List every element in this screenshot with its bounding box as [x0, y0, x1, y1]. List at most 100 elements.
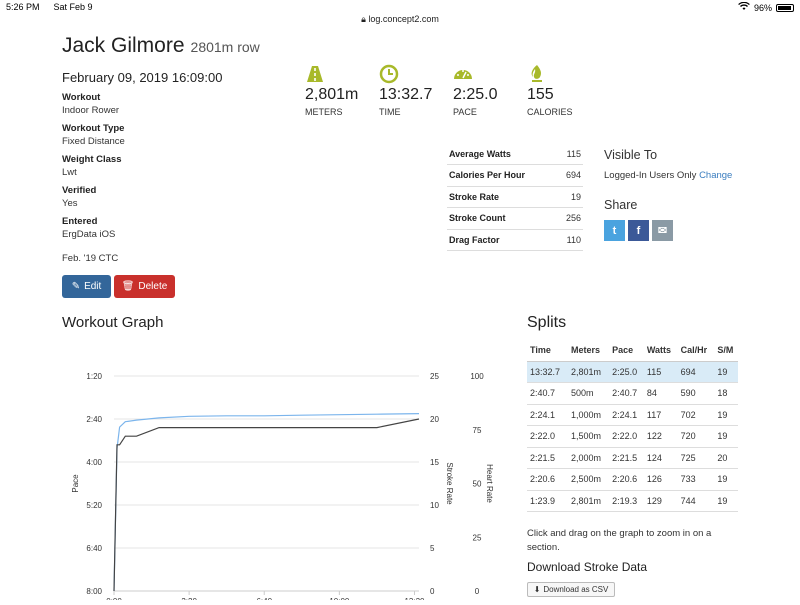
clock-icon — [379, 64, 399, 84]
trash-icon: 🗑︎ — [121, 281, 135, 292]
detail-value: Indoor Rower — [62, 104, 120, 116]
speedometer-icon — [454, 70, 472, 79]
detail-label: Workout — [62, 92, 101, 103]
splits-table: Time Meters Pace Watts Cal/Hr S/M 13:32.7 2,80… — [527, 339, 738, 512]
url-text[interactable]: log.concept2.com — [368, 14, 439, 24]
metric-value: 256 — [556, 207, 583, 230]
splits-cell: 2:21.5 — [527, 447, 569, 469]
y-left-tick-label: 4:00 — [86, 458, 102, 467]
splits-row: 2:21.5 2,000m 2:21.5 124 725 20 — [527, 447, 738, 469]
visibility-info: Logged-In Users Only Change — [604, 170, 732, 181]
splits-cell: 694 — [677, 361, 715, 383]
splits-cell: 2:40.7 — [527, 382, 569, 405]
facebook-icon: f — [636, 224, 641, 237]
metric-label: Stroke Rate — [447, 186, 557, 208]
splits-cell: 702 — [677, 404, 715, 426]
metrics-row: Average Watts 115 — [447, 143, 583, 165]
metric-value: 19 — [556, 186, 583, 208]
metrics-row: Stroke Rate 19 — [447, 186, 583, 208]
splits-cell: 590 — [677, 382, 715, 405]
workout-page: Jack Gilmore 2801m row February 09, 2019 … — [0, 28, 800, 605]
stat-meters: 2,801m METERS — [305, 64, 358, 117]
share-buttons: t f ✉ — [604, 220, 673, 241]
splits-cell: 115 — [643, 361, 678, 383]
metric-value: 110 — [556, 229, 583, 251]
metrics-row: Stroke Count 256 — [447, 207, 583, 230]
detail-value: Yes — [62, 197, 78, 209]
splits-header-cell: Pace — [609, 339, 644, 362]
stat-value: 155 — [527, 86, 554, 103]
metric-value: 115 — [556, 143, 583, 165]
splits-cell: 19 — [714, 490, 738, 512]
stat-caption: METERS — [305, 107, 343, 117]
splits-cell: 129 — [643, 490, 678, 512]
twitter-share-button[interactable]: t — [604, 220, 625, 241]
detail-label: Workout Type — [62, 123, 125, 134]
metric-label: Stroke Count — [447, 207, 557, 230]
y-right-tick-label: 50 — [473, 480, 482, 489]
metrics-row: Calories Per Hour 694 — [447, 164, 583, 187]
delete-button[interactable]: 🗑︎ Delete — [114, 275, 175, 298]
splits-cell: 733 — [677, 468, 715, 491]
y-left-axis-title: Pace — [71, 474, 80, 493]
page-title: Jack Gilmore 2801m row — [62, 34, 260, 58]
delete-label: Delete — [138, 281, 168, 292]
workout-chart[interactable]: 1:202:404:005:206:408:002520151050100755… — [62, 338, 502, 605]
splits-cell: 18 — [714, 382, 738, 405]
y-mid-tick-label: 25 — [430, 372, 439, 381]
splits-total-row: 13:32.7 2,801m 2:25.0 115 694 19 — [527, 361, 738, 383]
metric-label: Drag Factor — [447, 229, 557, 251]
splits-cell: 117 — [643, 404, 678, 426]
y-right-tick-label: 0 — [475, 587, 480, 596]
splits-cell: 2:19.3 — [609, 490, 644, 512]
visibility-title: Visible To — [604, 148, 658, 162]
email-share-button[interactable]: ✉ — [652, 220, 673, 241]
splits-cell: 2:20.6 — [527, 468, 569, 491]
metric-label: Calories Per Hour — [447, 164, 557, 187]
detail-label: Weight Class — [62, 154, 122, 165]
y-left-tick-label: 6:40 — [86, 544, 102, 553]
workout-graph[interactable]: 1:20 2:40 4:00 5:20 6:40 8:00 25 20 15 10 5 0 100 75 5… — [62, 338, 502, 605]
splits-header-cell: Time — [527, 339, 569, 362]
splits-row: 1:23.9 2,801m 2:19.3 129 744 19 — [527, 490, 738, 512]
download-title: Download Stroke Data — [527, 560, 648, 574]
twitter-icon: t — [612, 224, 617, 237]
splits-cell: 13:32.7 — [527, 361, 569, 383]
edit-label: Edit — [84, 281, 102, 292]
metrics-table: Average Watts 115 Calories Per Hour 694 St… — [447, 143, 583, 251]
edit-button[interactable]: ✎ Edit — [62, 275, 111, 298]
splits-cell: 1,000m — [568, 404, 610, 426]
splits-header-cell: Watts — [643, 339, 678, 362]
change-visibility-link[interactable]: Change — [699, 170, 732, 181]
visibility-value: Logged-In Users Only — [604, 170, 697, 181]
splits-cell: 20 — [714, 447, 738, 469]
workout-datetime: February 09, 2019 16:09:00 — [62, 70, 223, 85]
y-mid-tick-label: 0 — [430, 587, 435, 596]
zoom-note: Click and drag on the graph to zoom in o… — [527, 528, 712, 553]
splits-cell: 725 — [677, 447, 715, 469]
status-date: Sat Feb 9 — [53, 2, 93, 12]
stat-pace: 2:25.0 PACE — [453, 64, 497, 117]
splits-cell: 2:40.7 — [609, 382, 644, 405]
detail-label: Entered — [62, 216, 98, 227]
splits-cell: 126 — [643, 468, 678, 491]
y-mid-tick-label: 5 — [430, 544, 435, 553]
y-mid-tick-label: 15 — [430, 458, 439, 467]
y-left-tick-label: 1:20 — [86, 372, 102, 381]
athlete-name: Jack Gilmore — [62, 34, 185, 57]
challenge-label: Feb. '19 CTC — [62, 253, 119, 264]
splits-cell: 2:21.5 — [609, 447, 644, 469]
splits-row: 2:20.6 2,500m 2:20.6 126 733 19 — [527, 468, 738, 491]
splits-cell: 2,000m — [568, 447, 610, 469]
splits-cell: 2:25.0 — [609, 361, 644, 383]
url-bar[interactable]: 🔒︎ log.concept2.com — [0, 12, 800, 26]
stat-time: 13:32.7 TIME — [379, 64, 432, 117]
battery-percent: 96% — [753, 2, 772, 13]
splits-row: 2:40.7 500m 2:40.7 84 590 18 — [527, 382, 738, 405]
metric-value: 694 — [556, 164, 583, 187]
splits-cell: 744 — [677, 490, 715, 512]
splits-cell: 2,801m — [568, 361, 610, 383]
splits-cell: 19 — [714, 425, 738, 448]
download-csv-button[interactable]: ⬇ Download as CSV — [527, 582, 615, 597]
facebook-share-button[interactable]: f — [628, 220, 649, 241]
